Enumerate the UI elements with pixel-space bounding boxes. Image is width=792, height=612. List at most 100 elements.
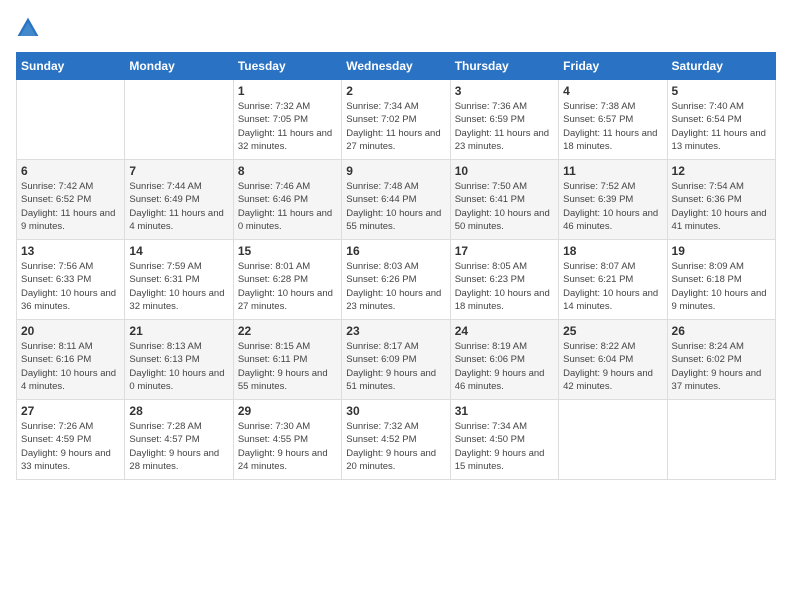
calendar-cell: 8 Sunrise: 7:46 AM Sunset: 6:46 PM Daylig… <box>233 160 341 240</box>
day-number: 19 <box>672 244 771 258</box>
day-number: 18 <box>563 244 662 258</box>
calendar-cell: 25 Sunrise: 8:22 AM Sunset: 6:04 PM Dayli… <box>559 320 667 400</box>
calendar-cell <box>667 400 775 480</box>
calendar-cell: 30 Sunrise: 7:32 AM Sunset: 4:52 PM Dayli… <box>342 400 450 480</box>
day-number: 27 <box>21 404 120 418</box>
col-header-friday: Friday <box>559 53 667 80</box>
day-number: 4 <box>563 84 662 98</box>
cell-info: Sunrise: 7:52 AM Sunset: 6:39 PM Dayligh… <box>563 180 662 233</box>
day-number: 9 <box>346 164 445 178</box>
day-number: 2 <box>346 84 445 98</box>
calendar-cell: 2 Sunrise: 7:34 AM Sunset: 7:02 PM Daylig… <box>342 80 450 160</box>
calendar-cell: 22Sunrise: 8:15 AM Sunset: 6:11 PM Dayli… <box>233 320 341 400</box>
day-number: 23 <box>346 324 445 338</box>
logo <box>16 16 44 40</box>
day-number: 14 <box>129 244 228 258</box>
cell-info: Sunrise: 7:26 AM Sunset: 4:59 PM Dayligh… <box>21 420 120 473</box>
cell-info: Sunrise: 8:05 AM Sunset: 6:23 PM Dayligh… <box>455 260 554 313</box>
cell-info: Sunrise: 7:54 AM Sunset: 6:36 PM Dayligh… <box>672 180 771 233</box>
calendar-cell: 31Sunrise: 7:34 AM Sunset: 4:50 PM Dayli… <box>450 400 558 480</box>
calendar-cell: 24 Sunrise: 8:19 AM Sunset: 6:06 PM Dayli… <box>450 320 558 400</box>
day-number: 17 <box>455 244 554 258</box>
calendar-cell <box>125 80 233 160</box>
cell-info: Sunrise: 8:09 AM Sunset: 6:18 PM Dayligh… <box>672 260 771 313</box>
cell-info: Sunrise: 8:13 AM Sunset: 6:13 PM Dayligh… <box>129 340 228 393</box>
col-header-tuesday: Tuesday <box>233 53 341 80</box>
cell-info: Sunrise: 7:30 AM Sunset: 4:55 PM Dayligh… <box>238 420 337 473</box>
cell-info: Sunrise: 7:32 AM Sunset: 4:52 PM Dayligh… <box>346 420 445 473</box>
cell-info: Sunrise: 8:01 AM Sunset: 6:28 PM Dayligh… <box>238 260 337 313</box>
col-header-wednesday: Wednesday <box>342 53 450 80</box>
calendar-week-2: 6 Sunrise: 7:42 AM Sunset: 6:52 PM Daylig… <box>17 160 776 240</box>
cell-info: Sunrise: 7:28 AM Sunset: 4:57 PM Dayligh… <box>129 420 228 473</box>
calendar-cell: 6 Sunrise: 7:42 AM Sunset: 6:52 PM Daylig… <box>17 160 125 240</box>
day-number: 24 <box>455 324 554 338</box>
cell-info: Sunrise: 8:24 AM Sunset: 6:02 PM Dayligh… <box>672 340 771 393</box>
calendar-table: SundayMondayTuesdayWednesdayThursdayFrid… <box>16 52 776 480</box>
calendar-cell: 12Sunrise: 7:54 AM Sunset: 6:36 PM Dayli… <box>667 160 775 240</box>
day-number: 15 <box>238 244 337 258</box>
calendar-cell: 4 Sunrise: 7:38 AM Sunset: 6:57 PM Daylig… <box>559 80 667 160</box>
day-number: 25 <box>563 324 662 338</box>
day-number: 30 <box>346 404 445 418</box>
cell-info: Sunrise: 7:42 AM Sunset: 6:52 PM Dayligh… <box>21 180 120 233</box>
cell-info: Sunrise: 7:46 AM Sunset: 6:46 PM Dayligh… <box>238 180 337 233</box>
calendar-week-3: 13Sunrise: 7:56 AM Sunset: 6:33 PM Dayli… <box>17 240 776 320</box>
day-number: 29 <box>238 404 337 418</box>
day-number: 16 <box>346 244 445 258</box>
calendar-cell: 13Sunrise: 7:56 AM Sunset: 6:33 PM Dayli… <box>17 240 125 320</box>
day-number: 1 <box>238 84 337 98</box>
cell-info: Sunrise: 8:19 AM Sunset: 6:06 PM Dayligh… <box>455 340 554 393</box>
calendar-cell <box>559 400 667 480</box>
calendar-cell: 20Sunrise: 8:11 AM Sunset: 6:16 PM Dayli… <box>17 320 125 400</box>
cell-info: Sunrise: 8:07 AM Sunset: 6:21 PM Dayligh… <box>563 260 662 313</box>
cell-info: Sunrise: 7:32 AM Sunset: 7:05 PM Dayligh… <box>238 100 337 153</box>
calendar-cell: 15 Sunrise: 8:01 AM Sunset: 6:28 PM Dayli… <box>233 240 341 320</box>
calendar-cell: 1 Sunrise: 7:32 AM Sunset: 7:05 PM Daylig… <box>233 80 341 160</box>
calendar-cell: 28 Sunrise: 7:28 AM Sunset: 4:57 PM Dayli… <box>125 400 233 480</box>
calendar-cell <box>17 80 125 160</box>
col-header-thursday: Thursday <box>450 53 558 80</box>
day-number: 11 <box>563 164 662 178</box>
calendar-week-5: 27 Sunrise: 7:26 AM Sunset: 4:59 PM Dayli… <box>17 400 776 480</box>
col-header-sunday: Sunday <box>17 53 125 80</box>
col-header-monday: Monday <box>125 53 233 80</box>
day-number: 26 <box>672 324 771 338</box>
day-number: 28 <box>129 404 228 418</box>
calendar-cell: 3 Sunrise: 7:36 AM Sunset: 6:59 PM Daylig… <box>450 80 558 160</box>
logo-icon <box>16 16 40 40</box>
day-number: 6 <box>21 164 120 178</box>
calendar-cell: 23Sunrise: 8:17 AM Sunset: 6:09 PM Dayli… <box>342 320 450 400</box>
calendar-cell: 18 Sunrise: 8:07 AM Sunset: 6:21 PM Dayli… <box>559 240 667 320</box>
calendar-cell: 11 Sunrise: 7:52 AM Sunset: 6:39 PM Dayli… <box>559 160 667 240</box>
col-header-saturday: Saturday <box>667 53 775 80</box>
day-number: 21 <box>129 324 228 338</box>
calendar-cell: 16 Sunrise: 8:03 AM Sunset: 6:26 PM Dayli… <box>342 240 450 320</box>
cell-info: Sunrise: 7:59 AM Sunset: 6:31 PM Dayligh… <box>129 260 228 313</box>
cell-info: Sunrise: 7:56 AM Sunset: 6:33 PM Dayligh… <box>21 260 120 313</box>
calendar-cell: 5 Sunrise: 7:40 AM Sunset: 6:54 PM Daylig… <box>667 80 775 160</box>
cell-info: Sunrise: 7:38 AM Sunset: 6:57 PM Dayligh… <box>563 100 662 153</box>
day-number: 22 <box>238 324 337 338</box>
cell-info: Sunrise: 7:36 AM Sunset: 6:59 PM Dayligh… <box>455 100 554 153</box>
cell-info: Sunrise: 8:22 AM Sunset: 6:04 PM Dayligh… <box>563 340 662 393</box>
day-number: 5 <box>672 84 771 98</box>
day-number: 7 <box>129 164 228 178</box>
calendar-cell: 9Sunrise: 7:48 AM Sunset: 6:44 PM Daylig… <box>342 160 450 240</box>
cell-info: Sunrise: 7:40 AM Sunset: 6:54 PM Dayligh… <box>672 100 771 153</box>
calendar-cell: 26 Sunrise: 8:24 AM Sunset: 6:02 PM Dayli… <box>667 320 775 400</box>
calendar-week-4: 20Sunrise: 8:11 AM Sunset: 6:16 PM Dayli… <box>17 320 776 400</box>
calendar-cell: 27 Sunrise: 7:26 AM Sunset: 4:59 PM Dayli… <box>17 400 125 480</box>
calendar-week-1: 1 Sunrise: 7:32 AM Sunset: 7:05 PM Daylig… <box>17 80 776 160</box>
cell-info: Sunrise: 7:34 AM Sunset: 7:02 PM Dayligh… <box>346 100 445 153</box>
page-header <box>16 16 776 40</box>
day-number: 3 <box>455 84 554 98</box>
calendar-cell: 17 Sunrise: 8:05 AM Sunset: 6:23 PM Dayli… <box>450 240 558 320</box>
day-number: 31 <box>455 404 554 418</box>
cell-info: Sunrise: 7:50 AM Sunset: 6:41 PM Dayligh… <box>455 180 554 233</box>
cell-info: Sunrise: 8:03 AM Sunset: 6:26 PM Dayligh… <box>346 260 445 313</box>
calendar-cell: 29 Sunrise: 7:30 AM Sunset: 4:55 PM Dayli… <box>233 400 341 480</box>
calendar-cell: 10Sunrise: 7:50 AM Sunset: 6:41 PM Dayli… <box>450 160 558 240</box>
day-number: 8 <box>238 164 337 178</box>
calendar-cell: 14 Sunrise: 7:59 AM Sunset: 6:31 PM Dayli… <box>125 240 233 320</box>
